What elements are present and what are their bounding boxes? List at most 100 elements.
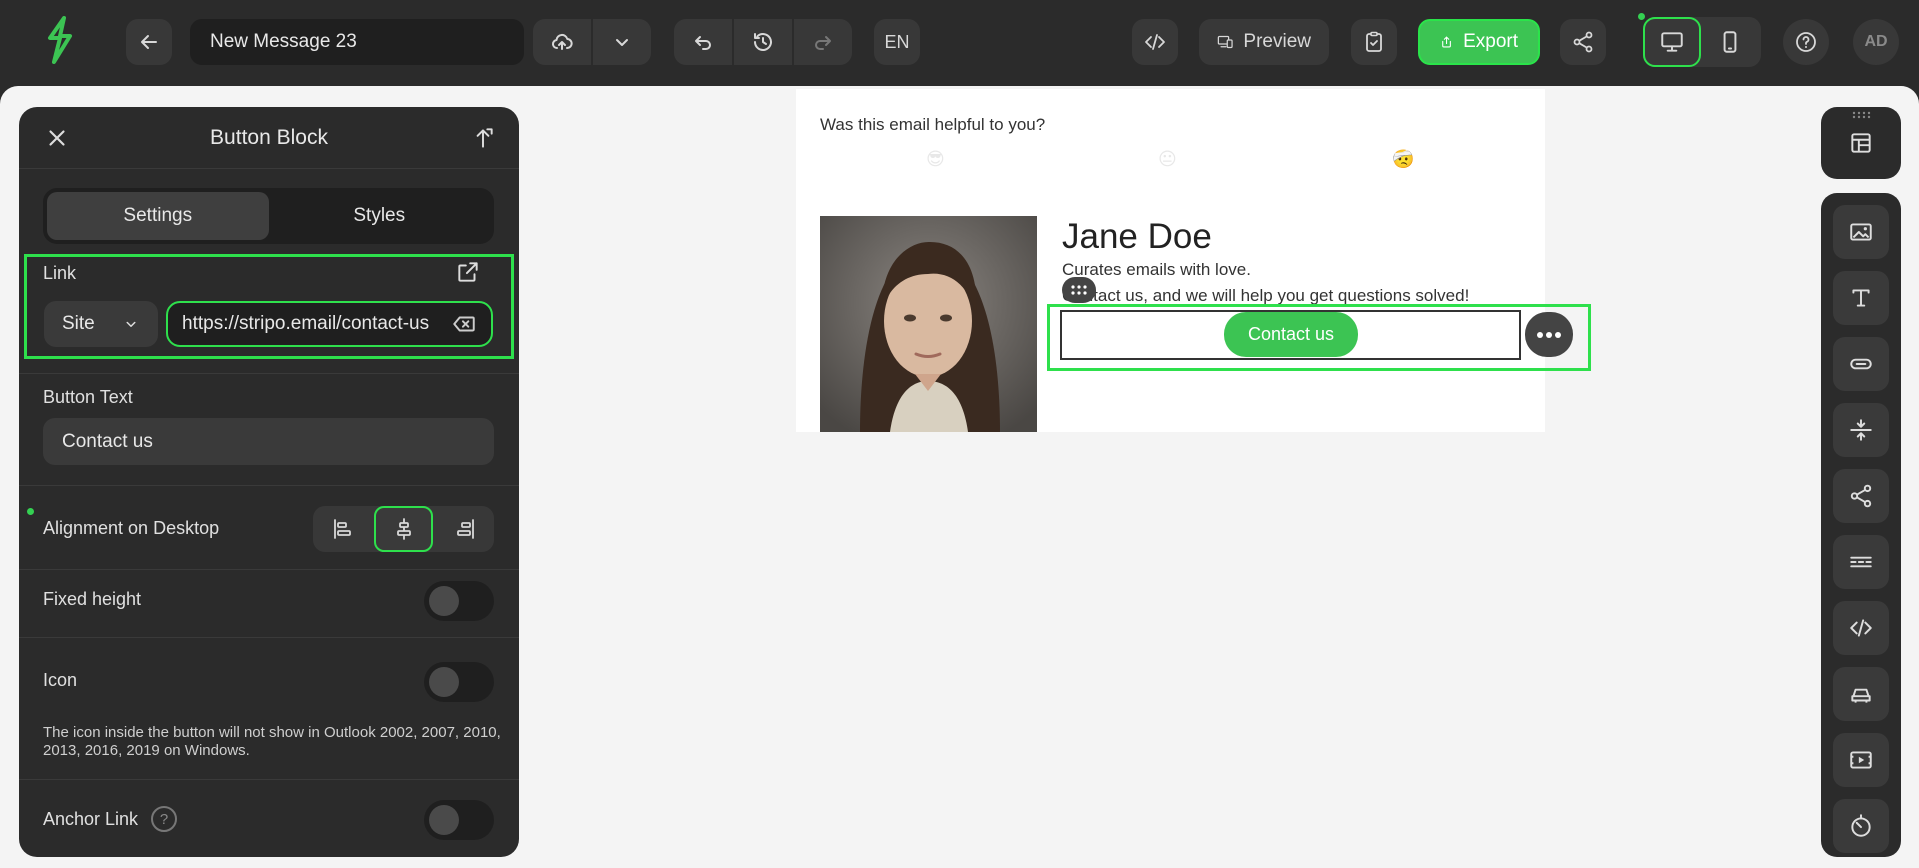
undo-button[interactable] [674, 19, 732, 65]
grip-dots-icon [1071, 285, 1087, 295]
icon-note: The icon inside the button will not show… [43, 724, 501, 759]
button-text-input[interactable]: Contact us [43, 418, 494, 465]
anchor-link-toggle[interactable] [424, 800, 494, 840]
help-circle-icon[interactable]: ? [151, 806, 177, 832]
divider [19, 637, 519, 638]
align-right-icon [456, 519, 474, 539]
help-circle-icon [1796, 32, 1816, 52]
export-button[interactable]: Export [1418, 19, 1540, 65]
banner-block-icon [1851, 688, 1871, 703]
share-icon [1573, 31, 1593, 53]
button-block-button[interactable] [1833, 337, 1889, 391]
block-settings-panel: Button Block Settings Styles Link Site h… [19, 107, 519, 857]
message-title-input[interactable]: New Message 23 [190, 19, 524, 65]
contact-help-text: Contact us, and we will help you get que… [1062, 286, 1470, 305]
clipboard-check-icon [1366, 31, 1382, 52]
external-link-icon[interactable] [455, 259, 481, 285]
link-url-input[interactable]: https://stripo.email/contact-us [166, 301, 493, 347]
device-toggle [1643, 17, 1761, 67]
image-block-icon [1850, 223, 1872, 241]
contact-us-button[interactable]: Contact us [1224, 312, 1358, 357]
align-left-button[interactable] [313, 506, 372, 552]
chevron-down-icon [126, 321, 136, 327]
html-block-button[interactable] [1833, 601, 1889, 655]
image-block-button[interactable] [1833, 205, 1889, 259]
menu-block-button[interactable] [1833, 535, 1889, 589]
fixed-height-label: Fixed height [43, 589, 142, 609]
icon-toggle[interactable] [424, 662, 494, 702]
user-initials: AD [1864, 33, 1888, 50]
text-block-icon [1852, 289, 1870, 307]
modified-indicator [27, 508, 34, 515]
align-center-button[interactable] [374, 506, 433, 552]
preview-label: Preview [1243, 31, 1311, 52]
top-bar: New Message 23 EN Preview Export AD [0, 0, 1919, 86]
help-mark: ? [159, 810, 169, 828]
redo-button[interactable] [794, 19, 852, 65]
mobile-view-button[interactable] [1701, 17, 1759, 67]
video-block-button[interactable] [1833, 733, 1889, 787]
panel-header: Button Block [19, 107, 519, 169]
button-text-label: Button Text [43, 387, 133, 407]
profile-photo[interactable] [820, 216, 1037, 432]
preview-button[interactable]: Preview [1199, 19, 1329, 65]
detach-panel-icon[interactable] [470, 125, 496, 151]
language-label: EN [884, 31, 910, 52]
link-type-select[interactable]: Site [44, 301, 158, 347]
timer-block-icon [1851, 814, 1871, 837]
layout-blocks-icon [1851, 133, 1871, 153]
link-label: Link [43, 263, 77, 283]
user-avatar[interactable]: AD [1853, 19, 1899, 65]
text-block-button[interactable] [1833, 271, 1889, 325]
chevron-down-icon [616, 39, 628, 46]
block-more-options-button[interactable] [1525, 312, 1573, 357]
save-options-dropdown[interactable] [593, 19, 651, 65]
language-button[interactable]: EN [874, 19, 920, 65]
banner-block-button[interactable] [1833, 667, 1889, 721]
link-type-value: Site [62, 313, 95, 334]
timer-block-button[interactable] [1833, 799, 1889, 853]
code-icon [1145, 34, 1165, 50]
person-name: Jane Doe [1062, 217, 1212, 256]
help-button[interactable] [1783, 19, 1829, 65]
divider [19, 373, 519, 374]
desktop-icon [1661, 32, 1683, 52]
social-block-button[interactable] [1833, 469, 1889, 523]
emoji-happy[interactable]: 😎 [926, 149, 945, 170]
spacer-block-button[interactable] [1833, 403, 1889, 457]
fixed-height-toggle[interactable] [424, 581, 494, 621]
social-block-icon [1850, 484, 1872, 508]
contact-us-label: Contact us [1247, 324, 1335, 344]
save-group [533, 19, 651, 65]
anchor-link-label: Anchor Link [43, 809, 139, 829]
clear-input-icon[interactable] [451, 311, 477, 337]
panel-tabs: Settings Styles [43, 188, 494, 244]
grip-dots-icon[interactable] [1851, 111, 1871, 119]
divider [19, 485, 519, 486]
drag-handle[interactable] [1062, 277, 1096, 303]
person-tagline: Curates emails with love. [1062, 260, 1251, 279]
video-block-icon [1850, 751, 1872, 769]
tab-settings[interactable]: Settings [47, 192, 269, 240]
align-right-button[interactable] [435, 506, 494, 552]
emoji-neutral[interactable]: 😐 [1158, 149, 1177, 170]
more-dots-icon [1537, 331, 1561, 338]
version-history-button[interactable] [734, 19, 792, 65]
back-button[interactable] [126, 19, 172, 65]
test-checklist-button[interactable] [1351, 19, 1397, 65]
spacer-block-icon [1850, 419, 1872, 441]
emoji-sad[interactable]: 🤕 [1392, 149, 1414, 170]
alignment-buttons [313, 506, 494, 552]
devices-icon [1217, 35, 1233, 49]
stripo-logo-icon [48, 16, 72, 64]
menu-block-icon [1850, 556, 1872, 568]
portrait-image [820, 216, 1037, 432]
link-url-value: https://stripo.email/contact-us [182, 313, 430, 334]
undo-icon [695, 36, 711, 50]
history-icon [754, 33, 772, 51]
tab-styles[interactable]: Styles [269, 192, 491, 240]
save-button[interactable] [533, 19, 591, 65]
code-editor-button[interactable] [1132, 19, 1178, 65]
share-button[interactable] [1560, 19, 1606, 65]
desktop-view-button[interactable] [1643, 17, 1701, 67]
